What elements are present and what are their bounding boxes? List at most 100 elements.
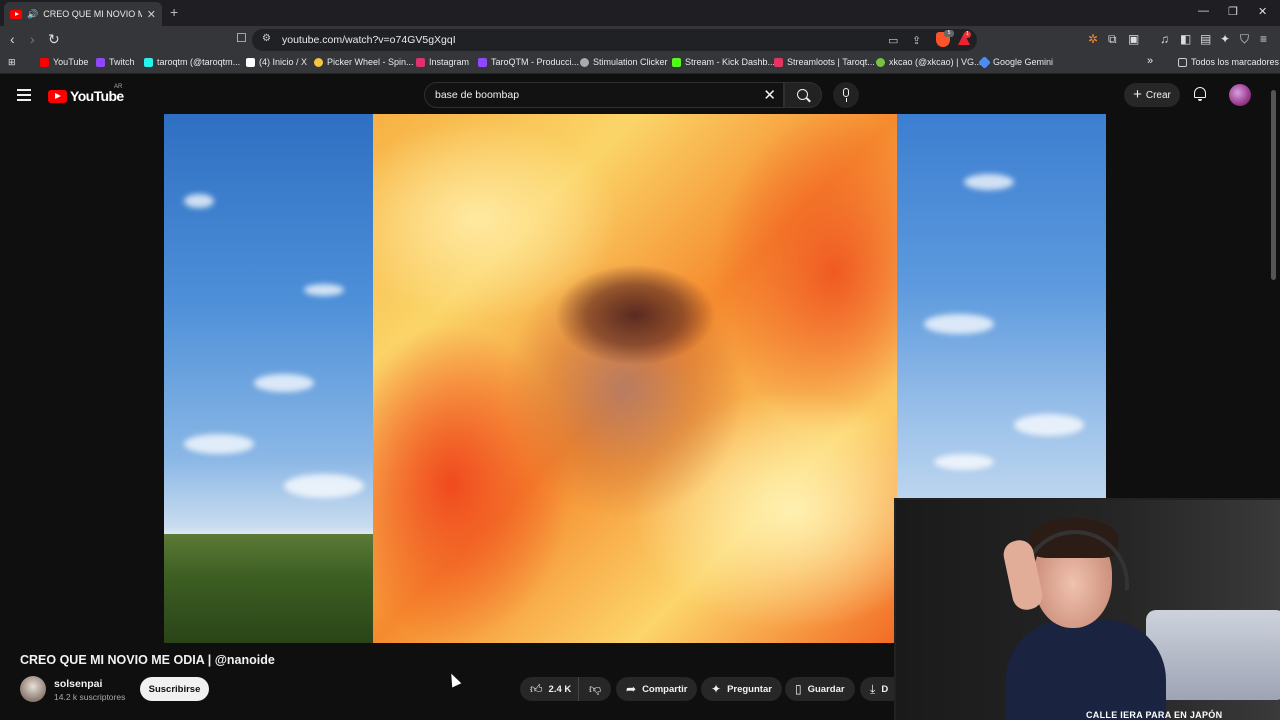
instagram-icon (416, 57, 425, 67)
globe-icon (580, 57, 589, 67)
menu-icon[interactable]: ≡ (1260, 32, 1267, 46)
save-button[interactable]: ▯ Guardar (785, 677, 855, 701)
brave-rewards-badge: 1 (964, 31, 971, 38)
bookmark-streamloots[interactable]: Streamloots | Taroqt... (774, 57, 875, 67)
back-arrow-icon[interactable]: ‹ (10, 31, 15, 47)
tab-close-icon[interactable]: ✕ (147, 8, 156, 21)
sidebar-icon[interactable]: ◧ (1180, 32, 1191, 46)
cast-icon[interactable]: ▭ (888, 34, 898, 47)
clear-search-icon[interactable]: ✕ (763, 86, 776, 104)
bookmark-tiktok[interactable]: taroqtm (@taroqtm... (144, 57, 240, 67)
tiktok-icon (144, 57, 153, 67)
twitch-icon (478, 57, 487, 67)
download-icon: ⤓ (870, 681, 876, 696)
webcam-bed (1146, 610, 1280, 700)
account-avatar[interactable] (1229, 84, 1251, 106)
youtube-favicon-icon (10, 9, 22, 19)
twitch-icon (96, 57, 105, 67)
extension-icon[interactable]: ✲ (1088, 32, 1098, 46)
bookmark-gemini[interactable]: Google Gemini (978, 55, 1053, 69)
leo-ai-icon[interactable]: ✦ (1220, 32, 1230, 46)
folder-icon (1178, 57, 1187, 67)
url-text[interactable]: youtube.com/watch?v=o74GV5gXgqI (282, 34, 456, 46)
bookmark-instagram[interactable]: Instagram (416, 57, 469, 67)
microphone-icon (843, 88, 849, 97)
sparkle-icon: ✦ (711, 682, 722, 696)
speaker-icon[interactable]: 🔊 (27, 9, 38, 20)
brave-shields-badge: 5 (944, 30, 954, 37)
subscriber-count: 14.2 k suscriptores (54, 692, 126, 702)
like-count: 2.4 K (548, 683, 572, 695)
plus-icon: + (1133, 86, 1142, 103)
bookmark-youtube[interactable]: YouTube (40, 57, 88, 67)
apps-grid-icon[interactable]: ⊞ (8, 57, 16, 68)
download-button[interactable]: ⤓ D (860, 677, 894, 701)
share-button[interactable]: ➦ Compartir (616, 677, 698, 701)
voice-search-button[interactable] (833, 82, 859, 108)
subscribe-button[interactable]: Suscribirse (140, 677, 209, 701)
bookmark-picker-wheel[interactable]: Picker Wheel - Spin... (314, 57, 414, 67)
search-icon (797, 89, 808, 100)
all-bookmarks-folder[interactable]: Todos los marcadores (1178, 57, 1279, 67)
notifications-bell-icon[interactable] (1193, 87, 1207, 102)
bookmark-x[interactable]: (4) Inicio / X (246, 57, 307, 67)
streamloots-icon (774, 57, 783, 67)
mouse-cursor-icon (446, 671, 462, 688)
kick-icon (672, 57, 681, 67)
vgen-icon (876, 57, 885, 67)
channel-name[interactable]: solsenpai (54, 678, 102, 690)
thumbs-up-icon: 👍︎ (530, 681, 543, 696)
create-button[interactable]: + Crear (1124, 83, 1180, 107)
address-bar[interactable]: ⚙ youtube.com/watch?v=o74GV5gXgqI ▭ ⇪ (252, 29, 977, 51)
youtube-icon (40, 57, 49, 67)
video-sky-right (897, 114, 1106, 498)
webcam-person-body (1006, 620, 1166, 720)
bookmark-stimulation-clicker[interactable]: Stimulation Clicker (580, 57, 668, 67)
bookmarks-bar: ⊞ YouTube Twitch taroqtm (@taroqtm... (4… (0, 53, 1280, 74)
puzzle-extensions-icon[interactable]: ⧉ (1108, 32, 1117, 47)
search-button[interactable] (784, 82, 822, 108)
hamburger-menu-icon[interactable] (17, 89, 31, 101)
thumbs-down-icon: 👎︎ (589, 681, 602, 696)
browser-tab-bar: 🔊 CREO QUE MI NOVIO ME OD ✕ + — ❐ ✕ (0, 0, 1280, 26)
share-icon[interactable]: ⇪ (912, 34, 921, 47)
channel-avatar[interactable] (20, 676, 46, 702)
tab-title: CREO QUE MI NOVIO ME OD (43, 9, 142, 19)
page-scrollbar[interactable] (1271, 90, 1276, 280)
close-window-button[interactable]: ✕ (1258, 5, 1267, 18)
bookmark-kick[interactable]: Stream - Kick Dashb... (672, 57, 775, 67)
vpn-shield-icon[interactable]: ⛉ (1240, 32, 1249, 47)
screenshot-icon[interactable]: ▣ (1128, 32, 1139, 46)
browser-tab-active[interactable]: 🔊 CREO QUE MI NOVIO ME OD ✕ (4, 2, 162, 26)
bookmark-taroqtm[interactable]: TaroQTM - Producci... (478, 57, 579, 67)
country-code: AR (114, 84, 123, 90)
search-input[interactable]: base de boombap ✕ (424, 82, 784, 108)
new-tab-button[interactable]: + (170, 4, 178, 20)
youtube-header: YouTube AR base de boombap ✕ + Crear (0, 75, 1280, 115)
search-query[interactable]: base de boombap (435, 89, 519, 101)
dislike-button[interactable]: 👎︎ (578, 677, 612, 701)
bookmark-icon[interactable]: ☐ (236, 31, 247, 45)
webcam-caption: CALLE IERA PARA EN JAPÓN (1086, 710, 1223, 720)
gemini-icon (978, 55, 991, 69)
x-icon (246, 57, 255, 67)
video-title: CREO QUE MI NOVIO ME ODIA | @nanoide (20, 653, 275, 667)
video-fire-frame (373, 114, 897, 643)
wallet-icon[interactable]: ▤ (1200, 32, 1211, 46)
share-arrow-icon: ➦ (626, 682, 637, 696)
youtube-logo[interactable]: YouTube AR (48, 84, 124, 104)
picker-wheel-icon (314, 57, 323, 67)
reload-icon[interactable]: ↻ (48, 31, 60, 48)
media-icon[interactable]: ♫ (1160, 32, 1169, 46)
like-button[interactable]: 👍︎ 2.4 K (520, 677, 580, 701)
ask-button[interactable]: ✦ Preguntar (701, 677, 782, 701)
bookmark-xkcao[interactable]: xkcao (@xkcao) | VG... (876, 57, 982, 67)
forward-arrow-icon[interactable]: › (30, 31, 35, 47)
bookmark-twitch[interactable]: Twitch (96, 57, 135, 67)
bookmarks-overflow-icon[interactable]: » (1147, 55, 1153, 67)
restore-button[interactable]: ❐ (1228, 5, 1238, 18)
youtube-play-icon (48, 89, 67, 103)
site-info-icon[interactable]: ⚙ (262, 33, 271, 44)
youtube-wordmark: YouTube (70, 88, 124, 104)
minimize-button[interactable]: — (1198, 5, 1209, 17)
